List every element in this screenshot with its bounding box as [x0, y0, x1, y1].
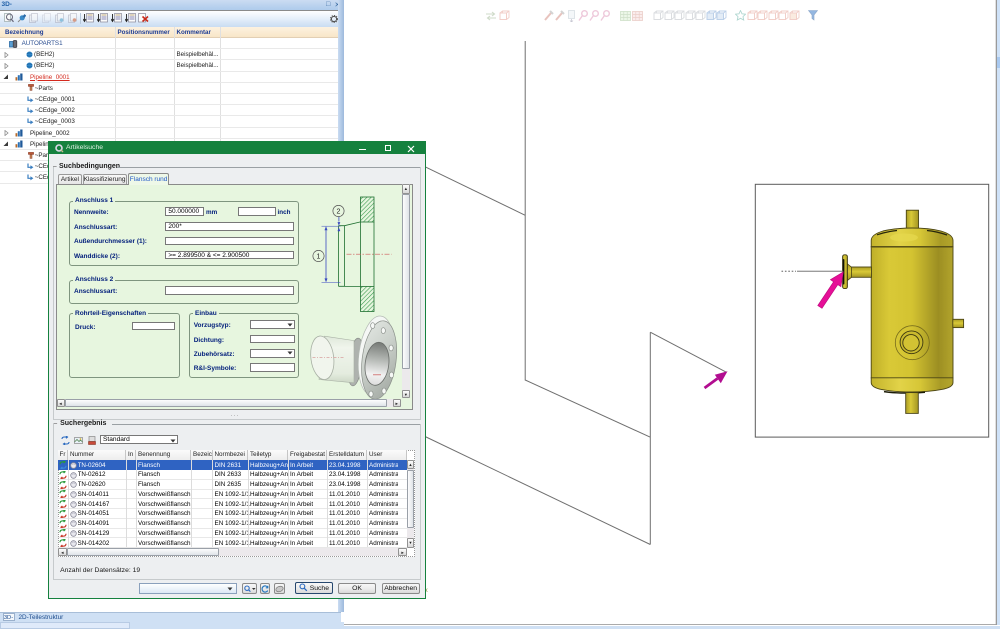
svg-text:1: 1 — [317, 253, 321, 260]
svg-text:2: 2 — [337, 208, 341, 215]
